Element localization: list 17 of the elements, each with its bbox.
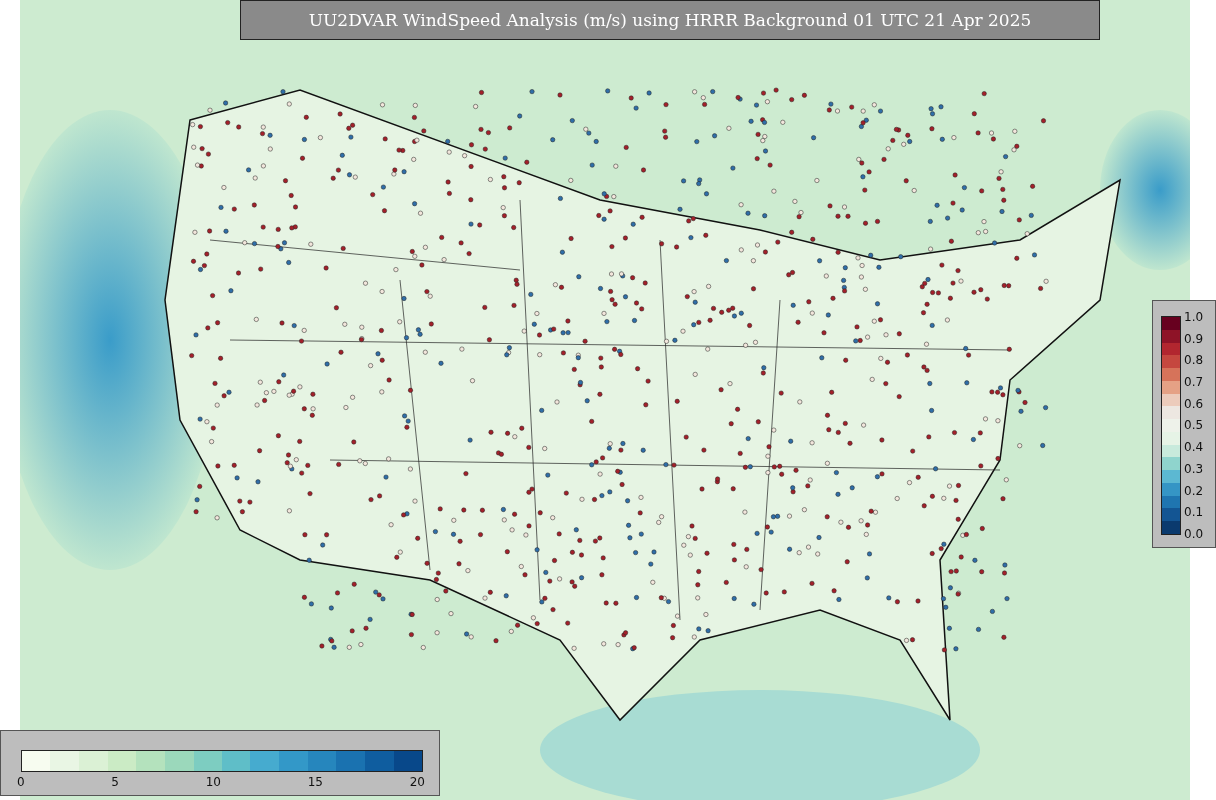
- colorbar-tick-label: 0.8: [1184, 353, 1204, 368]
- colorbar-tick-label: 0.5: [1184, 418, 1204, 433]
- colorbar-tick-label: 0.7: [1184, 375, 1204, 390]
- map-title: UU2DVAR WindSpeed Analysis (m/s) using HRRR Background 01 UTC 21 Apr 2025: [240, 0, 1100, 40]
- colorbar-tick-label: 0.0: [1184, 526, 1204, 541]
- colorbar-tick-label: 1.0: [1184, 310, 1204, 324]
- colorbar-tick-label: 5: [111, 775, 119, 789]
- colorbar-tick-label: 0.9: [1184, 331, 1204, 346]
- colorbar-tick-label: 0.4: [1184, 440, 1204, 455]
- colorbar-tick-label: 10: [205, 775, 221, 789]
- colorbar-tick-label: 15: [307, 775, 323, 789]
- colorbar-tick-label: 20: [409, 775, 425, 789]
- colorbar-tick-label: 0.6: [1184, 396, 1204, 411]
- colorbar-tick-label: 0.1: [1184, 505, 1204, 520]
- colorbar-tick-label: 0.2: [1184, 483, 1204, 498]
- colorbar-tick-label: 0.3: [1184, 461, 1204, 476]
- colorbar-tick-label: 0: [17, 775, 25, 789]
